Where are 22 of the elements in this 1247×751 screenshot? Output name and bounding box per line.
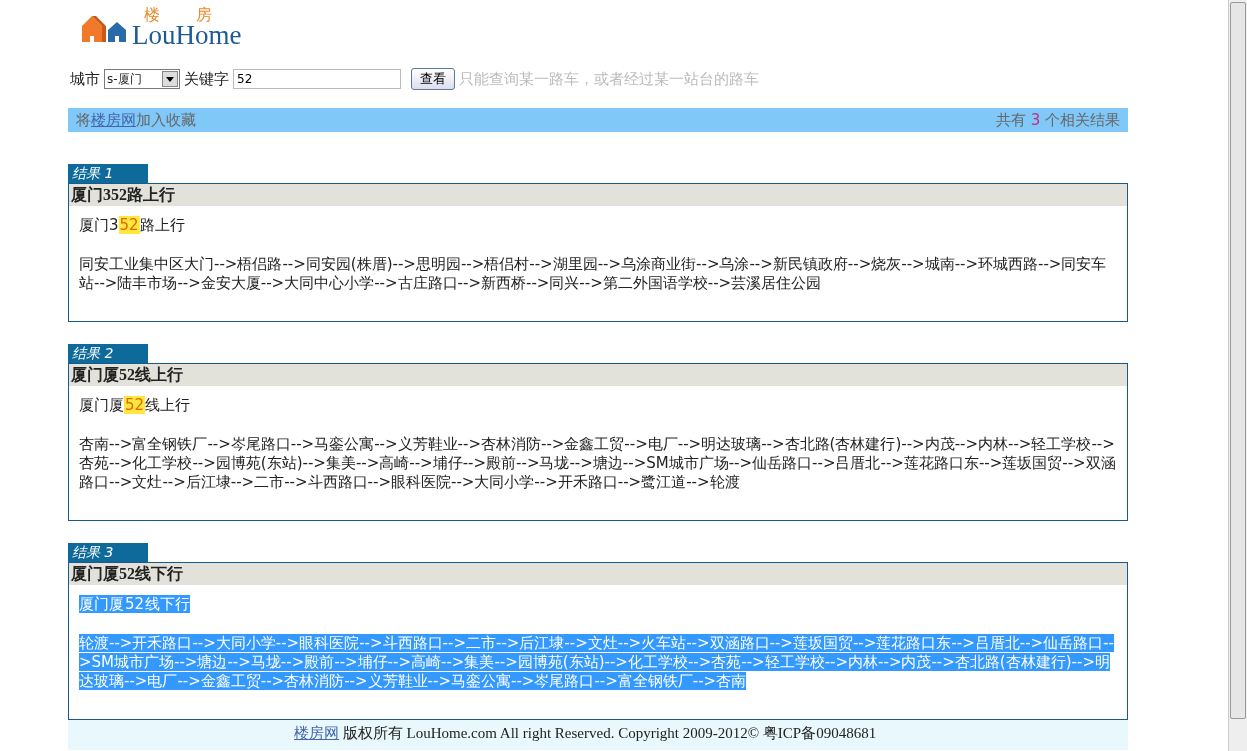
search-button[interactable]: 查看 — [411, 68, 455, 90]
result-summary: 厦门厦52线下行 — [79, 595, 191, 613]
keyword-field[interactable]: 52 — [233, 69, 401, 89]
result-title: 厦门厦52线上行 — [69, 364, 1127, 386]
scrollbar-thumb[interactable] — [1230, 2, 1246, 719]
city-select[interactable]: s-厦门 — [104, 69, 180, 89]
result-count: 共有 3 个相关结果 — [995, 110, 1120, 130]
logo[interactable]: 楼 房 LouHome — [80, 8, 242, 48]
route-text: 轮渡-->开禾路口-->大同小学-->眼科医院-->斗西路口-->二市-->后江埭-->文灶-->火车站-->双涵路口-->莲坂国贸-->莲花路口东-->吕厝北-->仙岳路口-->SM城市广场-->塘边-->马垅-->殿前-->埔仔-->高崎-->集美-->园博苑(东站)-->化工学校-->杏苑-->轻工学校-->内林-->内茂-->杏北路(杏林建行)-->明达玻璃-->电厂-->金鑫工贸-->杏林消防-->义芳鞋业-->马銮公寓-->岑尾路口-->富全钢铁厂-->杏南 — [79, 634, 1115, 691]
result-summary: 厦门352路上行 — [79, 216, 185, 234]
keyword-label: 关键字 — [184, 69, 229, 89]
city-label: 城市 — [70, 69, 100, 89]
result-summary: 厦门厦52线上行 — [79, 396, 191, 414]
scrollbar[interactable] — [1228, 0, 1247, 751]
favorite-text: 将楼房网加入收藏 — [76, 110, 196, 130]
result-title: 厦门厦52线下行 — [69, 563, 1127, 585]
footer-link[interactable]: 楼房网 — [294, 725, 339, 741]
route-text: 杏南-->富全钢铁厂-->岑尾路口-->马銮公寓-->义芳鞋业-->杏林消防-->金鑫工贸-->电厂-->明达玻璃-->杏北路(杏林建行)-->内茂-->内林-->轻工学校-->杏苑-->化工学校-->园博苑(东站)-->集美-->高崎-->埔仔-->殿前-->马垅-->塘边-->SM城市广场-->仙岳路口-->吕厝北-->莲花路口东-->莲坂国贸-->双涵路口-->文灶-->后江埭-->二市-->斗西路口-->眼科医院-->大同小学-->开禾路口-->鹭江道-->轮渡 — [79, 435, 1117, 492]
result-title: 厦门352路上行 — [69, 184, 1127, 206]
route-text: 同安工业集中区大门-->梧侣路-->同安园(株厝)-->思明园-->梧侣村-->湖里园-->乌涂商业街-->乌涂-->新民镇政府-->烧灰-->城南-->环城西路-->同安车站-->陆丰市场-->金安大厦-->大同中心小学-->古庄路口-->新西桥-->同兴-->第二外国语学校-->芸溪居住公园 — [79, 255, 1108, 293]
footer-text: 楼房网 版权所有 LouHome.com All right Reserved. Copyright 2009-2012© 粤ICP备09048681 — [294, 725, 877, 741]
dropdown-caret-icon[interactable] — [162, 71, 178, 87]
